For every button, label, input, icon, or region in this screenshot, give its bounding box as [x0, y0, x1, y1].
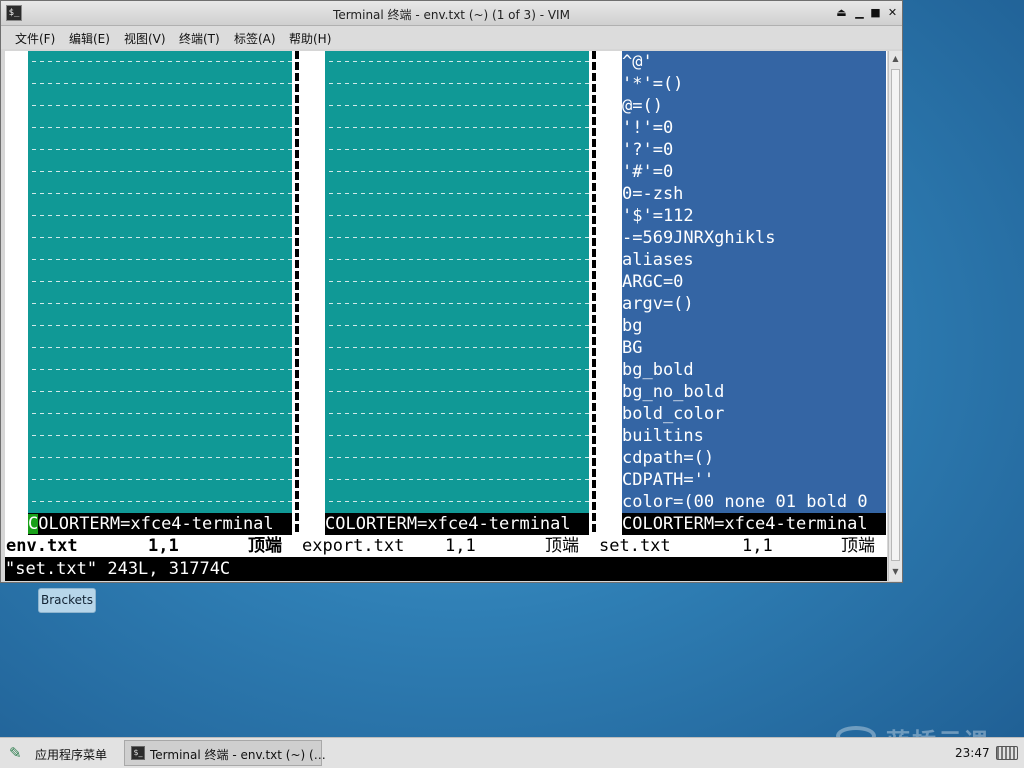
cursor-line: COLORTERM=xfce4-terminal — [28, 513, 292, 535]
roll-up-button[interactable]: ⏏ — [833, 4, 850, 21]
taskbar-window-button[interactable]: $_ Terminal 终端 - env.txt (~) (… — [124, 740, 326, 766]
text-line: builtins — [622, 426, 704, 446]
menu-bar: 文件(F) 编辑(E) 视图(V) 终端(T) 标签(A) 帮助(H) — [1, 26, 902, 49]
text-line: cdpath=() — [622, 448, 715, 468]
text-line: '*'=() — [622, 74, 684, 94]
vim-pane-export[interactable]: COLORTERM=xfce4-terminal — [302, 51, 592, 535]
status-filename: export.txt — [302, 536, 405, 556]
scroll-down-icon[interactable]: ▼ — [889, 565, 902, 579]
filler-lines — [28, 51, 292, 513]
text-line: ^@' — [622, 52, 653, 72]
filler-lines — [325, 51, 589, 513]
status-position: 1,1 — [742, 536, 773, 556]
clock[interactable]: 23:47 — [955, 746, 990, 760]
text-line: 0=-zsh — [622, 184, 684, 204]
app-menu-button[interactable]: 应用程序菜单 — [35, 746, 107, 763]
terminal-scrollbar[interactable]: ▲ ▼ — [888, 51, 902, 581]
text-line: '!'=0 — [622, 118, 674, 138]
text-line: bold_color — [622, 404, 725, 424]
title-bar[interactable]: $_ Terminal 终端 - env.txt (~) (1 of 3) - … — [1, 1, 902, 26]
text-line: '?'=0 — [622, 140, 674, 160]
maximize-button[interactable]: ■ — [867, 4, 884, 21]
text-line: color=(00 none 01 bold 0 — [622, 492, 868, 512]
terminal-window: $_ Terminal 终端 - env.txt (~) (1 of 3) - … — [0, 0, 903, 583]
menu-tabs[interactable]: 标签(A) — [234, 30, 276, 47]
split-separator[interactable] — [295, 51, 299, 535]
minimize-button[interactable]: ▁ — [851, 4, 868, 21]
cursor-line: COLORTERM=xfce4-terminal — [325, 513, 589, 535]
text-line: bg_bold — [622, 360, 694, 380]
brackets-desktop-button[interactable]: Brackets — [38, 588, 96, 613]
vim-pane-env[interactable]: COLORTERM=xfce4-terminal — [5, 51, 295, 535]
text-line: '$'=112 — [622, 206, 694, 226]
cursor-line: COLORTERM=xfce4-terminal — [622, 513, 886, 535]
menu-view[interactable]: 视图(V) — [124, 30, 166, 47]
menu-terminal[interactable]: 终端(T) — [179, 30, 220, 47]
status-filename: env.txt — [6, 536, 78, 556]
text-line: aliases — [622, 250, 694, 270]
text-line: bg_no_bold — [622, 382, 725, 402]
status-scroll: 顶端 — [841, 536, 875, 556]
menu-help[interactable]: 帮助(H) — [289, 30, 331, 47]
text-line: '#'=0 — [622, 162, 674, 182]
text-line: bg — [622, 316, 643, 336]
window-title: Terminal 终端 - env.txt (~) (1 of 3) - VIM — [333, 8, 570, 22]
close-button[interactable]: ✕ — [884, 4, 901, 21]
keyboard-icon[interactable] — [996, 746, 1018, 760]
text-line: ARGC=0 — [622, 272, 684, 292]
vim-status-bar: env.txt 1,1 顶端 export.txt 1,1 顶端 set.txt… — [5, 535, 887, 557]
text-line: CDPATH='' — [622, 470, 715, 490]
terminal-icon: $_ — [131, 746, 145, 760]
status-filename: set.txt — [599, 536, 671, 556]
menu-edit[interactable]: 编辑(E) — [69, 30, 110, 47]
text-cursor: C — [28, 514, 39, 534]
cursor-line-text: OLORTERM=xfce4-terminal — [38, 514, 274, 534]
status-position: 1,1 — [445, 536, 476, 556]
status-scroll: 顶端 — [248, 536, 282, 556]
text-line: @=() — [622, 96, 663, 116]
scroll-thumb[interactable] — [891, 69, 900, 561]
text-line: argv=() — [622, 294, 694, 314]
text-line: BG — [622, 338, 643, 358]
scroll-up-icon[interactable]: ▲ — [889, 52, 902, 66]
split-separator[interactable] — [592, 51, 596, 535]
status-scroll: 顶端 — [545, 536, 579, 556]
vim-editor-area[interactable]: COLORTERM=xfce4-terminal COLORTERM=xfce4… — [5, 51, 887, 581]
vim-command-line[interactable]: "set.txt" 243L, 31774C — [5, 557, 887, 581]
set-txt-content[interactable]: ^@' '*'=() @=() '!'=0 '?'=0 '#'=0 0=-zsh '$'=11… — [622, 51, 886, 513]
taskbar: ✎ 应用程序菜单 $_ Terminal 终端 - env.txt (~) (…… — [0, 737, 1024, 768]
status-position: 1,1 — [148, 536, 179, 556]
taskbar-window-label: Terminal 终端 - env.txt (~) (… — [150, 748, 326, 762]
menu-file[interactable]: 文件(F) — [15, 30, 55, 47]
app-menu-icon[interactable]: ✎ — [9, 745, 25, 761]
text-line: -=569JNRXghikls — [622, 228, 776, 248]
